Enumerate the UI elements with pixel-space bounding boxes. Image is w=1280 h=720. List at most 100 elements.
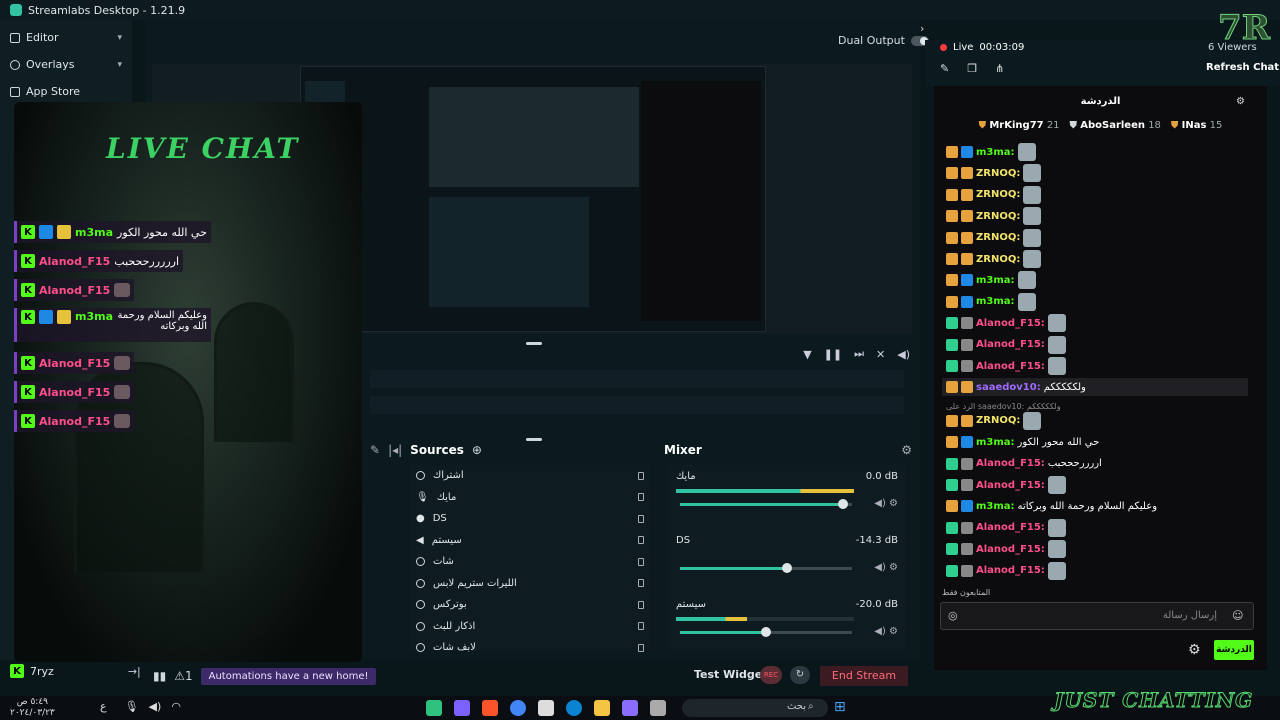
chat-message[interactable]: ZRNOQ: [946,250,1042,268]
refresh-chat-button[interactable]: Refresh Chat [1206,62,1279,73]
windows-start-icon[interactable]: ⊞ [834,699,846,715]
chat-message-input[interactable]: إرسال رسالة [940,602,1254,630]
chrome-icon[interactable] [510,700,526,716]
speaker-icon[interactable]: ◀) [149,700,162,713]
chat-message[interactable]: Alanod_F15: اررررحححبب [946,455,1102,473]
pause-icon[interactable]: ❚❚ [824,348,842,361]
chat-message[interactable]: Alanod_F15: [946,540,1066,559]
volume-slider[interactable] [680,627,852,637]
replay-button[interactable]: ↻ [790,666,810,684]
lock-icon[interactable] [638,536,644,545]
discord-icon[interactable] [454,700,470,716]
sidebar-item-editor[interactable]: Editor ▾ [0,24,132,51]
stats-icon[interactable]: ▮▮ [153,669,166,683]
rec-button[interactable]: REC [760,666,782,684]
chat-message[interactable]: m3ma: [946,292,1036,311]
store-icon[interactable] [538,700,554,716]
lock-icon[interactable] [638,600,644,609]
send-chat-button[interactable]: الدردشة [1214,640,1254,660]
source-item[interactable]: لابف شات [410,637,650,659]
chat-username[interactable]: Alanod_F15: [976,458,1045,469]
chat-username[interactable]: Alanod_F15: [976,565,1045,576]
source-item[interactable]: شات [410,551,650,573]
chat-username[interactable]: ZRNOQ: [976,211,1020,222]
lock-icon[interactable] [638,493,644,502]
chat-message[interactable]: m3ma: [946,143,1036,161]
pencil-icon[interactable]: ✎ [940,62,949,75]
language-icon[interactable]: ع [100,700,107,713]
collapse-arrow-icon[interactable]: › [920,22,924,35]
chat-username[interactable]: ZRNOQ: [976,168,1020,179]
chat-message[interactable]: ZRNOQ: [946,164,1042,183]
volume-slider[interactable] [680,499,852,509]
alert-icon[interactable]: ⚠1 [174,669,192,683]
chat-message[interactable]: ZRNOQ: [946,228,1042,247]
chat-username[interactable]: Alanod_F15: [976,522,1045,533]
collapse-icon[interactable]: |◂| [388,443,402,457]
slider-knob[interactable] [838,499,849,509]
source-item[interactable]: بوترکس [410,594,650,616]
chat-username[interactable]: m3ma: [976,501,1015,512]
lock-icon[interactable] [638,579,644,588]
chat-username[interactable]: m3ma: [976,437,1015,448]
chat-message[interactable]: Alanod_F15: [946,476,1066,494]
sidebar-item-app-store[interactable]: App Store [0,78,132,105]
clock[interactable]: ٥:٤٩ ص ٢٠٢٤/٠٣/٢٣ [10,697,55,719]
queue-row[interactable] [370,370,904,388]
chat-message[interactable]: Alanod_F15: [946,335,1066,354]
chat-message[interactable]: ZRNOQ: [946,411,1042,430]
add-source-icon[interactable]: ⊕ [472,443,482,457]
streamlabs-taskbar-icon[interactable] [426,700,442,716]
emoji-picker-icon[interactable]: ◎ [948,609,958,622]
chat-message[interactable]: ZRNOQ: [946,185,1042,204]
source-item[interactable]: ● DS [410,508,650,530]
volume-slider[interactable] [680,563,852,573]
chat-username[interactable]: Alanod_F15: [976,480,1045,491]
share-icon[interactable]: ⋔ [995,62,1004,75]
chat-username[interactable]: m3ma: [976,275,1015,286]
chat-settings-gear-icon[interactable]: ⚙ [1188,642,1201,658]
queue-row[interactable] [370,396,904,414]
skip-icon[interactable]: ⏭ [854,347,864,361]
lock-icon[interactable] [638,643,644,652]
leader-entry[interactable]: ⛊ INas 15 [1171,120,1222,138]
logout-icon[interactable]: →| [128,665,141,678]
channel-controls[interactable]: ◀) ⚙ [874,626,898,637]
smile-icon[interactable]: ☺ [1232,609,1243,622]
settings-icon[interactable]: ⚙ [1236,96,1245,107]
copy-icon[interactable]: ❐ [967,62,977,75]
end-stream-button[interactable]: End Stream [820,666,908,686]
channel-controls[interactable]: ◀) ⚙ [874,562,898,573]
folder-icon[interactable] [594,700,610,716]
chat-username[interactable]: m3ma: [976,147,1015,158]
chat-username[interactable]: ZRNOQ: [976,189,1020,200]
mic-icon[interactable]: 🎙 [125,700,139,713]
chat-message[interactable]: m3ma: [946,271,1036,290]
chat-username[interactable]: Alanod_F15: [976,361,1045,372]
gear-icon[interactable]: ⚙ [901,443,912,457]
source-item[interactable]: اشتراك [410,465,650,487]
chat-username[interactable]: ZRNOQ: [976,232,1020,243]
brave-icon[interactable] [482,700,498,716]
source-item[interactable]: ◀ سيستم [410,530,650,552]
user-profile[interactable]: K 7ryz →| [10,664,141,678]
leader-entry[interactable]: ⛊ MrKing77 21 [979,120,1060,138]
automation-notice[interactable]: Automations have a new home! [200,667,377,685]
chat-message[interactable]: Alanod_F15: [946,314,1066,333]
chat-username[interactable]: ZRNOQ: [976,415,1020,426]
sidebar-item-overlays[interactable]: Overlays ▾ [0,51,132,78]
chat-username[interactable]: Alanod_F15: [976,339,1045,350]
wifi-icon[interactable]: ◠ [171,700,181,713]
lock-icon[interactable] [638,622,644,631]
copilot-icon[interactable] [622,700,638,716]
edge-icon[interactable] [566,700,582,716]
pin-icon[interactable]: ✎ [370,443,380,457]
lock-icon[interactable] [638,557,644,566]
slider-knob[interactable] [781,563,792,573]
chat-message[interactable]: Alanod_F15: [946,518,1066,537]
channel-controls[interactable]: ◀) ⚙ [874,498,898,509]
chat-username[interactable]: saaedov10: [976,382,1041,393]
chat-username[interactable]: Alanod_F15: [976,318,1045,329]
source-item[interactable]: 🎙 مايك [410,487,650,509]
source-item[interactable]: اذکار للبث [410,616,650,638]
